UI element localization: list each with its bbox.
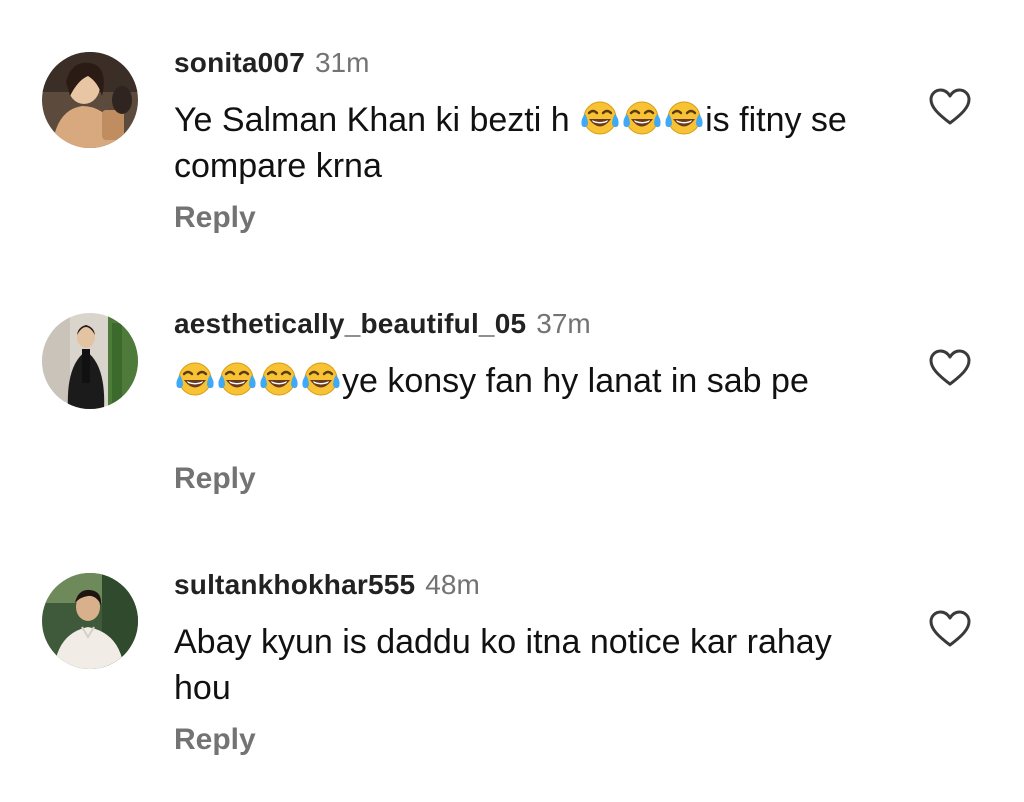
- comment-header: sultankhokhar555 48m: [174, 568, 480, 602]
- comment-text-part: ye konsy fan hy lanat in sab pe: [342, 362, 809, 400]
- username[interactable]: sonita007: [174, 47, 305, 78]
- reply-button[interactable]: Reply: [174, 722, 256, 758]
- reply-button[interactable]: Reply: [174, 200, 256, 236]
- comment-text: Ye Salman Khan ki bezti h is fitny se co…: [174, 97, 894, 189]
- heart-outline-icon[interactable]: [928, 87, 972, 127]
- heart-outline-icon[interactable]: [928, 348, 972, 388]
- timestamp: 37m: [536, 308, 591, 339]
- avatar[interactable]: [42, 313, 138, 409]
- joy-emoji: [621, 98, 663, 138]
- username[interactable]: aesthetically_beautiful_05: [174, 308, 526, 339]
- joy-emoji: [579, 98, 621, 138]
- joy-emoji: [216, 359, 258, 399]
- avatar[interactable]: [42, 573, 138, 669]
- reply-button[interactable]: Reply: [174, 461, 256, 497]
- username[interactable]: sultankhokhar555: [174, 569, 415, 600]
- comment-text-part: Ye Salman Khan ki bezti h: [174, 101, 580, 139]
- joy-emoji: [258, 359, 300, 399]
- comment-text: ye konsy fan hy lanat in sab pe: [174, 358, 894, 404]
- joy-emoji: [300, 359, 342, 399]
- comment-header: aesthetically_beautiful_05 37m: [174, 307, 591, 341]
- joy-emoji: [174, 359, 216, 399]
- comment-text: Abay kyun is daddu ko itna notice kar ra…: [174, 619, 894, 711]
- joy-emoji: [663, 98, 705, 138]
- comment-header: sonita007 31m: [174, 46, 369, 80]
- avatar[interactable]: [42, 52, 138, 148]
- heart-outline-icon[interactable]: [928, 609, 972, 649]
- comment-text-part: Abay kyun is daddu ko itna notice kar ra…: [174, 623, 832, 707]
- timestamp: 48m: [425, 569, 480, 600]
- timestamp: 31m: [314, 47, 370, 78]
